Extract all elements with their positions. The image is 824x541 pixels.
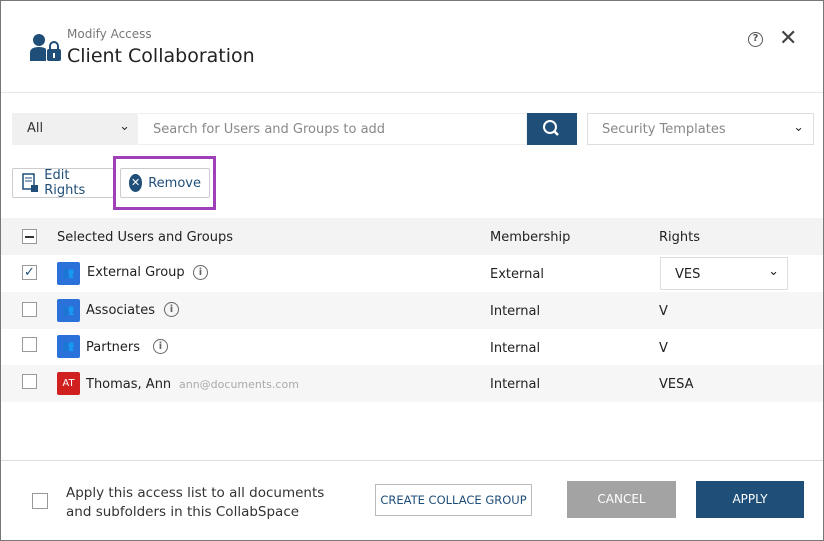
row-checkbox[interactable]: ✓ xyxy=(22,265,37,280)
col-name: Selected Users and Groups xyxy=(57,230,233,245)
chevron-down-icon: ⌄ xyxy=(119,119,130,134)
help-icon[interactable]: ? xyxy=(748,32,763,47)
apply-all-checkbox[interactable] xyxy=(32,493,48,509)
group-icon: 👥 xyxy=(57,299,80,322)
rights-value: VES xyxy=(675,267,701,282)
chevron-down-icon: ⌄ xyxy=(768,264,779,279)
dialog-subtitle: Modify Access xyxy=(67,27,152,41)
close-icon[interactable]: ✕ xyxy=(779,26,797,51)
apply-all-label: Apply this access list to all documents … xyxy=(66,485,325,520)
row-name: Thomas, Ann xyxy=(86,377,172,392)
remove-label: Remove xyxy=(148,175,201,191)
info-icon[interactable]: i xyxy=(164,302,179,317)
table-row[interactable]: ✓ 👥 External Group i External VES ⌄ xyxy=(1,255,823,292)
remove-button[interactable]: ✕ Remove xyxy=(120,168,210,198)
info-icon[interactable]: i xyxy=(193,265,208,280)
group-icon: 👥 xyxy=(57,335,80,358)
col-rights: Rights xyxy=(659,230,701,245)
apply-button[interactable]: APPLY xyxy=(696,481,804,518)
row-membership: External xyxy=(490,267,544,282)
info-icon[interactable]: i xyxy=(153,339,168,354)
search-button[interactable] xyxy=(527,113,577,145)
row-rights: V xyxy=(659,304,668,319)
filter-select[interactable]: All ⌄ xyxy=(12,113,138,145)
rights-select[interactable]: VES ⌄ xyxy=(660,257,788,290)
group-icon: 👥 xyxy=(57,262,80,285)
edit-rights-label: Edit Rights xyxy=(44,168,86,198)
create-group-button[interactable]: CREATE COLLACE GROUP xyxy=(375,484,532,516)
table-row[interactable]: 👥 Partners i Internal V xyxy=(1,329,823,366)
cancel-button[interactable]: CANCEL xyxy=(567,481,676,518)
table-row[interactable]: 👥 Associates i Internal V xyxy=(1,292,823,329)
security-templates-select[interactable]: Security Templates ⌄ xyxy=(587,113,814,145)
col-membership: Membership xyxy=(490,230,571,245)
divider xyxy=(1,92,823,93)
row-checkbox[interactable] xyxy=(22,302,37,317)
select-all-checkbox[interactable] xyxy=(22,229,37,244)
chevron-down-icon: ⌄ xyxy=(793,120,804,135)
table-row[interactable]: AT Thomas, Ann ann@documents.com Interna… xyxy=(1,365,823,402)
filter-value: All xyxy=(27,121,44,136)
row-name: External Group xyxy=(87,265,185,280)
row-rights: V xyxy=(659,341,668,356)
row-email: ann@documents.com xyxy=(179,378,299,391)
row-membership: Internal xyxy=(490,341,541,356)
templates-placeholder: Security Templates xyxy=(602,122,726,137)
table-header: Selected Users and Groups Membership Rig… xyxy=(1,218,823,255)
search-input[interactable]: Search for Users and Groups to add xyxy=(139,113,527,145)
remove-icon: ✕ xyxy=(129,174,143,192)
row-name: Partners xyxy=(86,340,141,355)
row-checkbox[interactable] xyxy=(22,374,37,389)
user-lock-icon xyxy=(29,33,63,67)
search-icon xyxy=(543,120,559,136)
row-membership: Internal xyxy=(490,377,541,392)
footer-divider xyxy=(1,460,823,461)
edit-rights-icon xyxy=(22,173,39,192)
row-checkbox[interactable] xyxy=(22,337,37,352)
row-rights: VESA xyxy=(659,377,694,392)
edit-rights-button[interactable]: Edit Rights xyxy=(12,168,114,198)
dialog-title: Client Collaboration xyxy=(67,45,255,67)
row-name: Associates xyxy=(86,303,155,318)
user-avatar: AT xyxy=(57,372,80,395)
row-membership: Internal xyxy=(490,304,541,319)
